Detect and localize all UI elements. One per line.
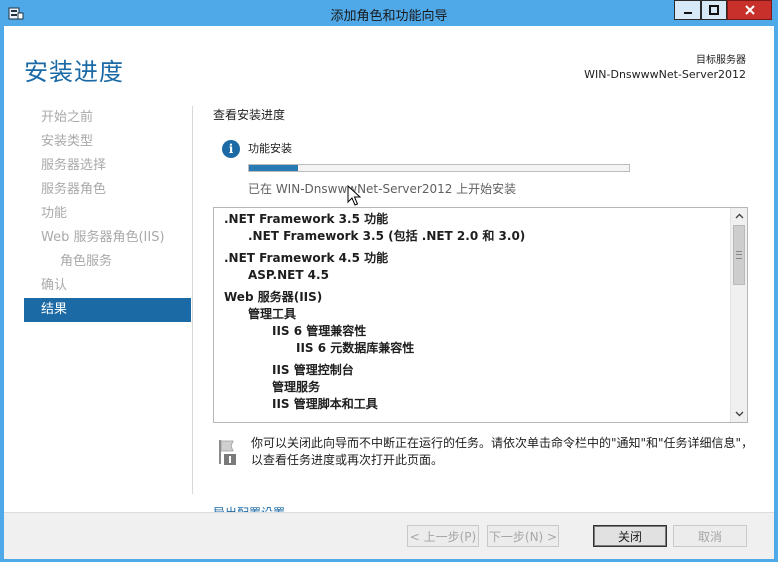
nav-item-features: 功能 — [41, 206, 68, 221]
list-item: IIS 6 元数据库兼容性 — [296, 341, 415, 355]
next-button[interactable]: 下一步(N) > — [487, 525, 559, 547]
target-server-name: WIN-DnswwwNet-Server2012 — [584, 68, 746, 81]
list-item: IIS 管理脚本和工具 — [272, 397, 378, 411]
list-item: .NET Framework 4.5 功能 — [224, 251, 389, 265]
install-progress-bar — [248, 164, 630, 172]
scroll-thumb[interactable] — [733, 225, 745, 285]
installed-features-list[interactable]: .NET Framework 3.5 功能 .NET Framework 3.5… — [213, 207, 748, 423]
nav-item-server-roles: 服务器角色 — [41, 182, 107, 197]
list-item: ASP.NET 4.5 — [248, 268, 329, 282]
chevron-up-icon — [735, 213, 743, 219]
nav-item-confirmation: 确认 — [41, 278, 68, 293]
minimize-button[interactable] — [674, 0, 701, 20]
install-status-title: 功能安装 — [248, 142, 292, 155]
minimize-icon — [683, 12, 692, 14]
nav-item-server-selection: 服务器选择 — [41, 158, 107, 173]
close-window-button[interactable] — [727, 0, 772, 20]
section-heading: 查看安装进度 — [213, 108, 286, 122]
window-title: 添加角色和功能向导 — [330, 9, 448, 24]
chevron-down-icon — [735, 411, 743, 417]
nav-item-web-server-role: Web 服务器角色(IIS) — [41, 230, 165, 245]
page-title: 安装进度 — [24, 58, 124, 86]
feature-tree: .NET Framework 3.5 功能 .NET Framework 3.5… — [224, 211, 525, 413]
wizard-window: 添加角色和功能向导 安装进度 目标服务器 WIN-DnswwwNet-Serve… — [0, 0, 778, 562]
title-bar[interactable]: 添加角色和功能向导 — [0, 0, 778, 26]
sidebar-divider — [192, 106, 193, 494]
list-item: IIS 6 管理兼容性 — [272, 324, 367, 338]
previous-button[interactable]: < 上一步(P) — [407, 525, 479, 547]
wizard-content: 安装进度 目标服务器 WIN-DnswwwNet-Server2012 开始之前… — [4, 26, 774, 559]
info-icon: i — [222, 140, 240, 158]
main-panel: 查看安装进度 i 功能安装 已在 WIN-DnswwwNet-Server201… — [213, 106, 753, 520]
grip-icon — [736, 251, 742, 259]
nav-item-role-services: 角色服务 — [60, 254, 113, 269]
progress-fill — [249, 165, 299, 171]
list-item: IIS 管理控制台 — [272, 363, 354, 377]
list-item: Web 服务器(IIS) — [224, 290, 323, 304]
list-item: 管理工具 — [248, 307, 297, 321]
nav-item-installation-type: 安装类型 — [41, 134, 94, 149]
maximize-button[interactable] — [701, 0, 727, 20]
mouse-cursor-icon — [347, 185, 361, 206]
target-server-info: 目标服务器 WIN-DnswwwNet-Server2012 — [584, 54, 746, 82]
list-item: .NET Framework 3.5 (包括 .NET 2.0 和 3.0) — [248, 229, 526, 243]
scroll-up-button[interactable] — [731, 208, 747, 224]
target-server-label: 目标服务器 — [696, 55, 746, 66]
progress-note: 已在 WIN-DnswwwNet-Server2012 上开始安装 — [248, 182, 517, 196]
notification-flag-icon — [219, 440, 236, 465]
scroll-down-button[interactable] — [731, 406, 747, 422]
cancel-button[interactable]: 取消 — [673, 525, 747, 547]
nav-item-before-you-begin: 开始之前 — [41, 110, 94, 125]
close-wizard-notice: 你可以关闭此向导而不中断正在运行的任务。请依次单击命令栏中的"通知"和"任务详细… — [251, 436, 754, 467]
list-item: .NET Framework 3.5 功能 — [224, 212, 389, 226]
close-icon — [744, 5, 755, 15]
close-button[interactable]: 关闭 — [593, 525, 667, 547]
nav-item-results[interactable]: 结果 — [24, 298, 191, 322]
maximize-icon — [709, 5, 719, 15]
features-scrollbar[interactable] — [730, 208, 747, 422]
wizard-footer: < 上一步(P) 下一步(N) > 关闭 取消 — [4, 512, 774, 559]
wizard-steps-nav: 开始之前 安装类型 服务器选择 服务器角色 功能 Web 服务器角色(IIS) … — [24, 106, 191, 322]
list-item: 管理服务 — [272, 380, 321, 394]
